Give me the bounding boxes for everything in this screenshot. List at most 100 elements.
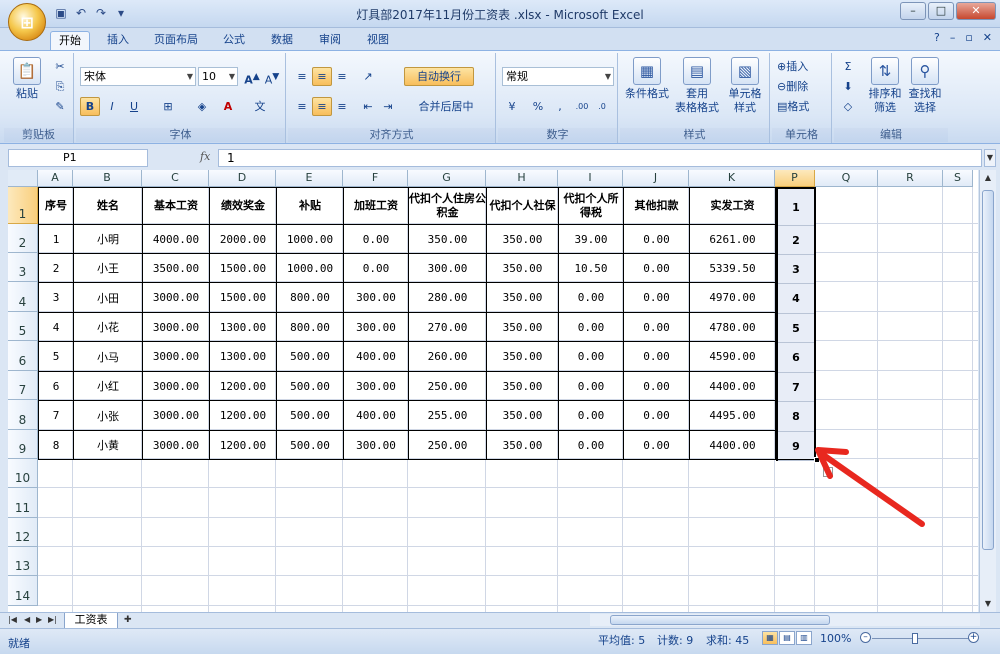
- horizontal-scroll-thumb[interactable]: [610, 615, 830, 625]
- table-cell[interactable]: 1200.00: [209, 400, 277, 431]
- table-cell[interactable]: 小田: [73, 282, 143, 313]
- column-title[interactable]: 实发工资: [689, 187, 776, 225]
- table-cell[interactable]: 小王: [73, 253, 143, 283]
- row-header-3[interactable]: 3: [8, 253, 38, 282]
- table-cell[interactable]: 500.00: [276, 430, 344, 460]
- table-cell[interactable]: 3000.00: [142, 430, 210, 460]
- align-center-icon[interactable]: ≡: [312, 97, 332, 116]
- currency-icon[interactable]: ¥: [502, 97, 522, 116]
- tab-formulas[interactable]: 公式: [216, 31, 252, 50]
- table-cell[interactable]: 3000.00: [142, 312, 210, 342]
- increase-decimal-icon[interactable]: .00: [572, 97, 592, 116]
- table-cell[interactable]: 0.00: [623, 341, 690, 372]
- table-cell[interactable]: 0.00: [343, 253, 409, 283]
- table-cell[interactable]: 1500.00: [209, 253, 277, 283]
- table-cell[interactable]: 250.00: [408, 430, 487, 460]
- align-bottom-icon[interactable]: ≡: [332, 67, 352, 86]
- table-cell[interactable]: 0.00: [623, 224, 690, 254]
- column-title[interactable]: 序号: [38, 187, 74, 225]
- table-cell[interactable]: 270.00: [408, 312, 487, 342]
- tab-home[interactable]: 开始: [50, 31, 90, 50]
- table-cell[interactable]: 5: [38, 341, 74, 372]
- table-cell[interactable]: 350.00: [408, 224, 487, 254]
- office-button[interactable]: ⊞: [8, 3, 46, 41]
- table-cell[interactable]: 1300.00: [209, 341, 277, 372]
- p-column-cell[interactable]: 4: [778, 284, 814, 314]
- conditional-format-button[interactable]: ▦ 条件格式: [622, 57, 672, 101]
- column-header-f[interactable]: F: [343, 170, 408, 187]
- scroll-down-icon[interactable]: ▼: [982, 598, 994, 610]
- table-cell[interactable]: 300.00: [343, 430, 409, 460]
- table-cell[interactable]: 5339.50: [689, 253, 776, 283]
- table-cell[interactable]: 3: [38, 282, 74, 313]
- name-box[interactable]: P1: [8, 149, 148, 167]
- table-cell[interactable]: 500.00: [276, 341, 344, 372]
- column-title[interactable]: 代扣个人社保: [486, 187, 559, 225]
- cut-icon[interactable]: ✂: [50, 57, 70, 76]
- column-title[interactable]: 其他扣款: [623, 187, 690, 225]
- p-column-cell[interactable]: 2: [778, 226, 814, 255]
- row-header-12[interactable]: 12: [8, 518, 38, 547]
- row-header-2[interactable]: 2: [8, 224, 38, 253]
- table-cell[interactable]: 6261.00: [689, 224, 776, 254]
- table-cell[interactable]: 0.00: [623, 312, 690, 342]
- number-format-select[interactable]: 常规 ▼: [502, 67, 614, 86]
- table-cell[interactable]: 0.00: [558, 400, 624, 431]
- bold-button[interactable]: B: [80, 97, 100, 116]
- zoom-out-icon[interactable]: –: [860, 632, 871, 643]
- borders-icon[interactable]: ⊞: [158, 97, 178, 116]
- row-header-5[interactable]: 5: [8, 312, 38, 341]
- font-size-select[interactable]: 10 ▼: [198, 67, 238, 86]
- table-cell[interactable]: 300.00: [343, 282, 409, 313]
- decrease-decimal-icon[interactable]: .0: [592, 97, 612, 116]
- table-cell[interactable]: 3000.00: [142, 341, 210, 372]
- table-cell[interactable]: 350.00: [486, 253, 559, 283]
- table-cell[interactable]: 300.00: [343, 312, 409, 342]
- fill-icon[interactable]: ⬇: [838, 77, 858, 96]
- table-cell[interactable]: 0.00: [623, 371, 690, 401]
- table-cell[interactable]: 1: [38, 224, 74, 254]
- table-cell[interactable]: 4780.00: [689, 312, 776, 342]
- table-cell[interactable]: 1000.00: [276, 253, 344, 283]
- table-cell[interactable]: 0.00: [343, 224, 409, 254]
- p-column-cell[interactable]: 6: [778, 343, 814, 373]
- table-cell[interactable]: 3000.00: [142, 282, 210, 313]
- table-cell[interactable]: 3000.00: [142, 371, 210, 401]
- column-header-i[interactable]: I: [558, 170, 623, 187]
- column-header-q[interactable]: Q: [815, 170, 878, 187]
- insert-cells-button[interactable]: ⊕插入: [776, 57, 828, 76]
- clear-icon[interactable]: ◇: [838, 97, 858, 116]
- decrease-indent-icon[interactable]: ⇤: [358, 97, 378, 116]
- find-select-button[interactable]: ⚲ 查找和 选择: [906, 57, 944, 115]
- close-button[interactable]: ✕: [956, 2, 996, 20]
- increase-indent-icon[interactable]: ⇥: [378, 97, 398, 116]
- table-cell[interactable]: 0.00: [623, 430, 690, 460]
- table-cell[interactable]: 3000.00: [142, 400, 210, 431]
- table-cell[interactable]: 250.00: [408, 371, 487, 401]
- table-cell[interactable]: 4000.00: [142, 224, 210, 254]
- table-cell[interactable]: 0.00: [623, 282, 690, 313]
- format-cells-button[interactable]: ▤格式: [776, 97, 828, 116]
- zoom-in-icon[interactable]: +: [968, 632, 979, 643]
- ribbon-restore-icon[interactable]: ▫: [965, 31, 972, 44]
- tab-insert[interactable]: 插入: [100, 31, 136, 50]
- table-cell[interactable]: 1200.00: [209, 430, 277, 460]
- select-all-corner[interactable]: [8, 170, 38, 187]
- column-header-k[interactable]: K: [689, 170, 775, 187]
- table-cell[interactable]: 10.50: [558, 253, 624, 283]
- vertical-scrollbar[interactable]: ▲ ▼: [979, 170, 996, 612]
- table-cell[interactable]: 800.00: [276, 282, 344, 313]
- worksheet-grid[interactable]: ABCDEFGHIJKPQRS 1 2 3 4 5 6 7 8 9 10 11 12 13 14 序号 姓名…: [8, 170, 978, 612]
- table-cell[interactable]: 1500.00: [209, 282, 277, 313]
- next-sheet-icon[interactable]: ▶: [36, 615, 42, 624]
- zoom-knob[interactable]: [912, 633, 918, 644]
- p-column-selection[interactable]: 123456789: [776, 187, 816, 461]
- table-cell[interactable]: 0.00: [623, 253, 690, 283]
- table-cell[interactable]: 500.00: [276, 400, 344, 431]
- column-header-j[interactable]: J: [623, 170, 689, 187]
- phonetic-icon[interactable]: 文: [250, 97, 270, 116]
- table-cell[interactable]: 0.00: [558, 312, 624, 342]
- shrink-font-button[interactable]: A▼: [262, 67, 282, 87]
- table-cell[interactable]: 8: [38, 430, 74, 460]
- prev-sheet-icon[interactable]: ◀: [24, 615, 30, 624]
